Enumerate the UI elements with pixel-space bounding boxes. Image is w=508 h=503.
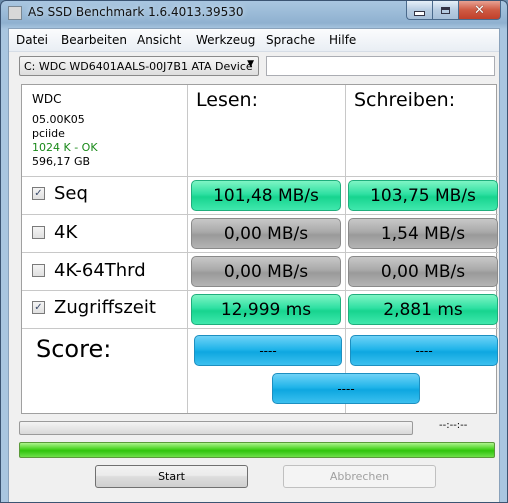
window-title: AS SSD Benchmark 1.6.4013.39530 (28, 5, 244, 19)
elapsed-time: --:--:-- (439, 420, 468, 431)
app-window: AS SSD Benchmark 1.6.4013.39530 ✕ Datei … (0, 0, 508, 503)
4k64-label-text: 4K-64Thrd (54, 260, 146, 281)
grid-divider (22, 176, 498, 177)
maximize-button[interactable] (432, 1, 458, 20)
4k-label-text: 4K (54, 222, 78, 243)
title-bar[interactable]: AS SSD Benchmark 1.6.4013.39530 ✕ (1, 1, 507, 27)
score-write: ---- (350, 335, 498, 366)
score-total: ---- (272, 373, 420, 404)
drive-driver: pciide (32, 127, 65, 140)
seq-checkbox[interactable]: ✓ (32, 187, 45, 200)
4k64-read-result: 0,00 MB/s (191, 256, 341, 287)
menu-hilfe[interactable]: Hilfe (329, 33, 356, 47)
score-read: ---- (194, 335, 342, 366)
row-4k-label[interactable]: 4K (32, 222, 77, 243)
seq-label-text: Seq (54, 183, 88, 204)
grid-divider (22, 290, 498, 291)
access-write-result: 2,881 ms (348, 294, 498, 325)
4k64-checkbox[interactable] (32, 264, 45, 277)
seq-read-result: 101,48 MB/s (191, 180, 341, 211)
close-icon: ✕ (474, 2, 485, 18)
menu-bar: Datei Bearbeiten Ansicht Werkzeug Sprach… (9, 29, 499, 52)
minimize-button[interactable] (406, 1, 432, 20)
results-grid: WDC 05.00K05 pciide 1024 K - OK 596,17 G… (21, 84, 498, 414)
progress-bar-total (19, 442, 495, 458)
minimize-icon (414, 10, 425, 16)
access-read-result: 12,999 ms (191, 294, 341, 325)
grid-divider (22, 328, 498, 329)
row-access-label[interactable]: ✓ Zugriffszeit (32, 297, 156, 318)
drive-capacity: 596,17 GB (32, 155, 91, 168)
row-4k64-label[interactable]: 4K-64Thrd (32, 260, 146, 281)
menu-ansicht[interactable]: Ansicht (137, 33, 181, 47)
progress-bar-current (19, 421, 413, 435)
4k64-write-result: 0,00 MB/s (348, 256, 498, 287)
seq-write-result: 103,75 MB/s (348, 180, 498, 211)
caption-buttons: ✕ (406, 1, 501, 20)
drive-select-value: C: WDC WD6401AALS-00J7B1 ATA Device (24, 60, 253, 73)
grid-divider (22, 214, 498, 215)
maximize-icon (441, 6, 450, 14)
client-area: Datei Bearbeiten Ansicht Werkzeug Sprach… (8, 28, 500, 502)
write-column-header: Schreiben: (354, 89, 456, 111)
drive-vendor: WDC (32, 92, 62, 106)
grid-divider (187, 85, 188, 413)
app-icon (8, 6, 22, 20)
chevron-down-icon: ▼ (247, 59, 254, 69)
close-button[interactable]: ✕ (458, 1, 501, 20)
drive-firmware: 05.00K05 (32, 113, 85, 126)
menu-bearbeiten[interactable]: Bearbeiten (61, 33, 127, 47)
read-column-header: Lesen: (196, 89, 258, 111)
path-textbox[interactable] (266, 56, 495, 76)
abort-button[interactable]: Abbrechen (283, 465, 436, 488)
access-checkbox[interactable]: ✓ (32, 301, 45, 314)
drive-select[interactable]: C: WDC WD6401AALS-00J7B1 ATA Device ▼ (19, 56, 259, 76)
start-button[interactable]: Start (95, 465, 248, 488)
4k-read-result: 0,00 MB/s (191, 218, 341, 249)
4k-write-result: 1,54 MB/s (348, 218, 498, 249)
grid-divider (22, 252, 498, 253)
row-seq-label[interactable]: ✓ Seq (32, 183, 88, 204)
4k-checkbox[interactable] (32, 226, 45, 239)
alignment-status: 1024 K - OK (32, 141, 98, 154)
menu-sprache[interactable]: Sprache (266, 33, 315, 47)
menu-werkzeug[interactable]: Werkzeug (196, 33, 255, 47)
grid-divider (345, 85, 346, 413)
score-label: Score: (36, 335, 112, 363)
menu-datei[interactable]: Datei (16, 33, 48, 47)
access-label-text: Zugriffszeit (54, 297, 156, 318)
